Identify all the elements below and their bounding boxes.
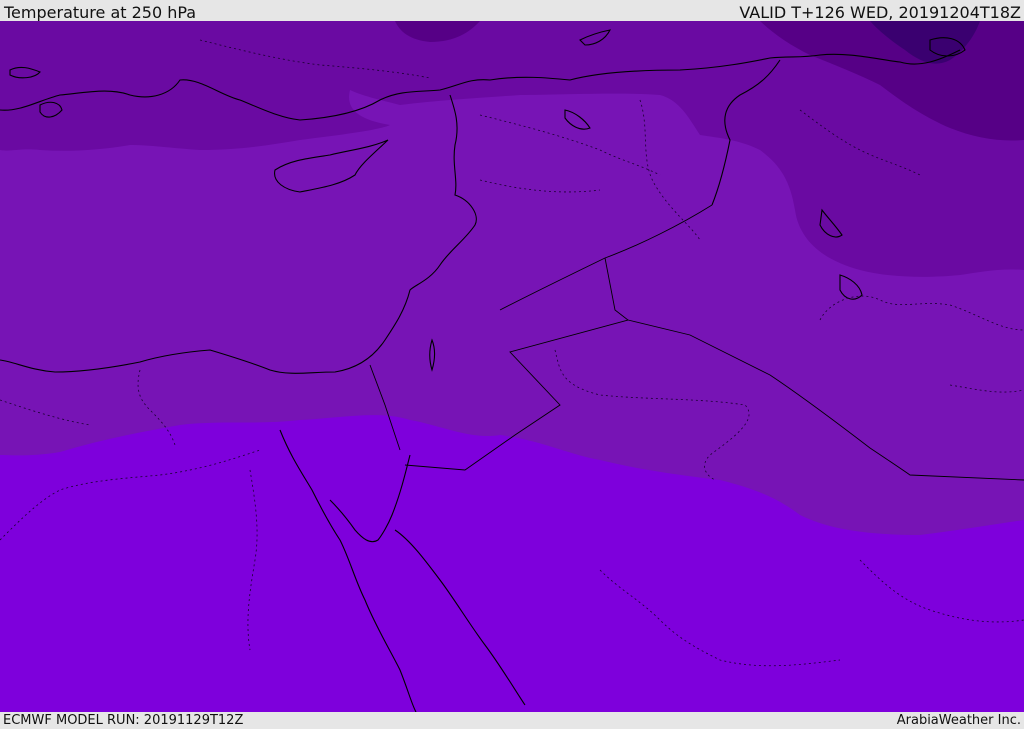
temperature-map[interactable] [0,21,1024,712]
header-bar: Temperature at 250 hPa VALID T+126 WED, … [0,0,1024,22]
footer-bar: ECMWF MODEL RUN: 20191129T12Z ArabiaWeat… [0,712,1024,729]
valid-time: VALID T+126 WED, 20191204T18Z [739,3,1021,22]
credit-label: ArabiaWeather Inc. [896,713,1021,728]
model-run-label: ECMWF MODEL RUN: 20191129T12Z [3,713,244,728]
map-title: Temperature at 250 hPa [4,3,197,22]
